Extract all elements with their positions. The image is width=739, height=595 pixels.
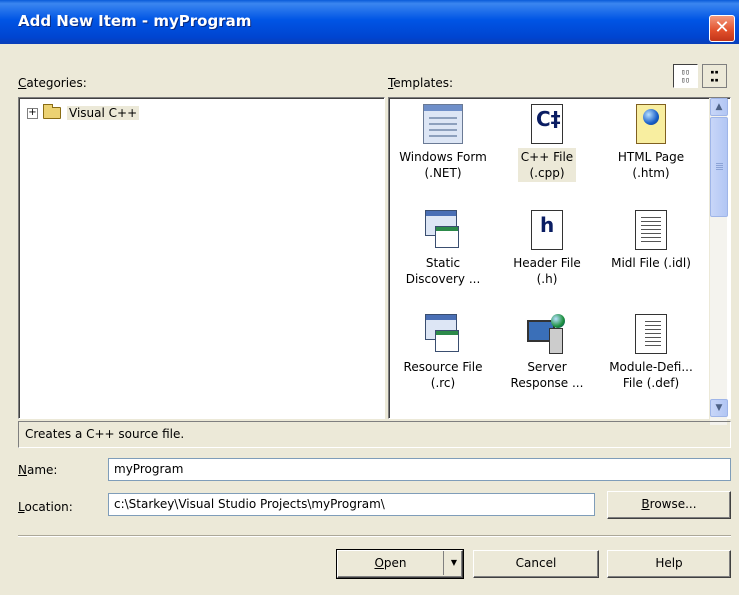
header-file-icon: h [531,210,563,250]
tree-item-visual-cpp[interactable]: + Visual C++ [27,104,140,122]
windows-form-icon [423,104,463,144]
close-button[interactable]: ✕ [709,15,735,42]
large-icons-view-button[interactable]: ▯▯ ▯▯ [673,64,698,88]
chevron-up-icon: ▲ [715,102,723,112]
cpp-file-icon: C‡ [531,104,563,144]
scroll-down-button[interactable]: ▼ [710,399,728,417]
midl-file-icon [635,210,667,250]
template-resource-file[interactable]: Resource File (.rc) [391,314,495,392]
folder-icon [43,104,61,119]
location-input[interactable]: c:\Starkey\Visual Studio Projects\myProg… [108,493,595,516]
browse-button[interactable]: Browse... [607,491,731,519]
template-static-discovery[interactable]: Static Discovery ... [391,210,495,288]
chevron-down-icon: ▼ [715,403,723,413]
small-icons-view-button[interactable]: ▪▪ ▪▪ [702,64,727,88]
dropdown-arrow-icon[interactable]: ▼ [450,551,458,575]
categories-label: Categories: [18,76,87,90]
open-button[interactable]: Open ▼ [336,549,464,579]
server-response-icon [527,314,567,354]
description-text: Creates a C++ source file. [18,421,731,448]
location-label: Location: [18,500,73,514]
categories-panel: + Visual C++ [18,97,385,419]
divider [18,535,731,537]
resource-file-icon [423,314,463,354]
template-midl-file[interactable]: Midl File (.idl) [599,210,703,272]
name-label: Name: [18,463,58,477]
scroll-thumb[interactable] [710,117,728,217]
templates-scrollbar[interactable]: ▲ ▼ [709,98,728,425]
templates-panel: Windows Form (.NET) C‡ C++ File (.cpp) HTM… [388,97,731,425]
templates-label: Templates: [388,76,454,90]
html-page-icon [636,104,666,144]
static-discovery-icon [423,210,463,250]
large-icons-icon: ▯▯ ▯▯ [681,68,690,84]
template-header-file[interactable]: h Header File (.h) [495,210,599,288]
scroll-up-button[interactable]: ▲ [710,98,728,116]
template-windows-form[interactable]: Windows Form (.NET) [391,104,495,182]
template-cpp-file[interactable]: C‡ C++ File (.cpp) [495,104,599,182]
module-definition-icon [635,314,667,354]
template-html-page[interactable]: HTML Page (.htm) [599,104,703,182]
cancel-button[interactable]: Cancel [473,550,599,578]
tree-item-label: Visual C++ [67,106,140,120]
help-button[interactable]: Help [607,550,731,578]
window-title: Add New Item - myProgram [18,12,252,30]
name-input[interactable]: myProgram [108,458,731,481]
template-module-definition[interactable]: Module-Defi... File (.def) [599,314,703,392]
list-icon: ▪▪ ▪▪ [710,68,719,84]
expand-icon[interactable]: + [27,107,38,119]
title-bar: Add New Item - myProgram ✕ [0,0,739,44]
close-icon: ✕ [714,17,730,38]
template-server-response[interactable]: Server Response ... [495,314,599,392]
